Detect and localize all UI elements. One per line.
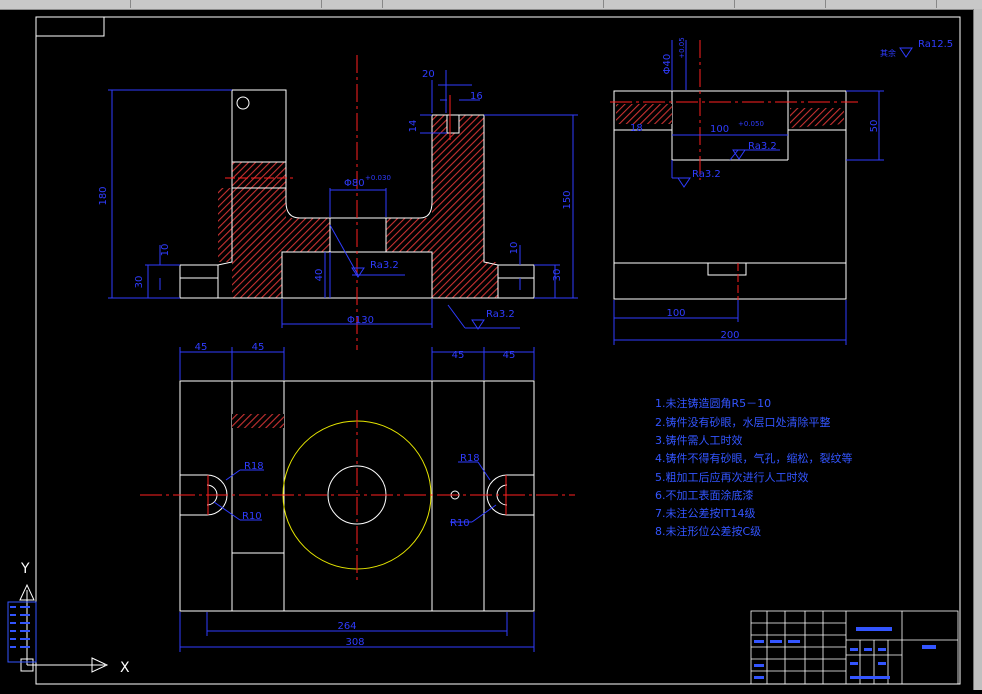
cad-drawing: 180 30 10 150 30 10 20 16 14 Φ80 +0.030 …	[7, 16, 961, 685]
dim-step-right: 10	[509, 242, 520, 255]
note-line: 5.粗加工后应再次进行人工时效	[655, 470, 809, 484]
dim-top-right-b: 45	[503, 350, 516, 361]
dim-key-tol: +0.050	[738, 120, 764, 128]
note-line: 7.未注公差按IT14级	[655, 506, 755, 520]
side-view: 50 200 100 Φ40 +0.05 18 100 +0.050 Ra3.2…	[610, 37, 953, 345]
tab-segment[interactable]	[604, 0, 735, 8]
note-line: 1.未注铸造圆角R5－10	[655, 396, 771, 410]
note-line: 6.不加工表面涂底漆	[655, 488, 754, 502]
dim-total-width: 308	[345, 637, 364, 648]
roughness-label: Ra3.2	[748, 141, 777, 152]
radius-label: R18	[244, 461, 264, 472]
radius-label: R10	[242, 511, 262, 522]
corner-roughness: Ra12.5	[918, 39, 953, 50]
dim-base-right: 30	[552, 269, 563, 282]
dim-top-left-a: 45	[195, 342, 208, 353]
note-line: 8.未注形位公差按C级	[655, 524, 761, 538]
dim-key-mark: 18	[630, 123, 643, 134]
tab-segment[interactable]	[735, 0, 826, 8]
dim-width-top: 20	[422, 69, 435, 80]
radius-label: R18	[460, 453, 480, 464]
ucs-icon: Y X	[7, 561, 130, 676]
dim-slot-depth: 14	[408, 120, 419, 133]
note-line: 4.铸件不得有砂眼，气孔，缩松，裂纹等	[655, 451, 853, 465]
vertical-scrollbar[interactable]	[973, 9, 982, 690]
corner-box	[35, 16, 105, 37]
corner-note: 其余	[880, 48, 896, 58]
tab-segment[interactable]	[0, 0, 131, 8]
technical-notes: 1.未注铸造圆角R5－10 2.铸件没有砂眼，水层口处清除平整 3.铸件需人工时…	[655, 396, 853, 538]
tab-segment[interactable]	[383, 0, 604, 8]
drawing-canvas[interactable]: 180 30 10 150 30 10 20 16 14 Φ80 +0.030 …	[0, 9, 973, 690]
dim-top-right-a: 45	[452, 350, 465, 361]
dim-slot: 16	[470, 91, 483, 102]
radius-label: R10	[450, 518, 470, 529]
roughness-label: Ra3.2	[692, 169, 721, 180]
tab-segment[interactable]	[826, 0, 937, 8]
ucs-x-label: X	[120, 660, 130, 676]
ucs-y-label: Y	[20, 561, 30, 577]
top-view: 45 45 45 45 264 308 R18 R10 R18 R10	[140, 342, 575, 652]
dim-half-width: 100	[666, 308, 685, 319]
dim-key-width: 100	[710, 124, 729, 135]
dim-keyway-tol: +0.05	[678, 37, 686, 58]
note-line: 2.铸件没有砂眼，水层口处清除平整	[655, 415, 831, 429]
dim-top-left-b: 45	[252, 342, 265, 353]
dim-bottom-width: Φ130	[347, 315, 374, 326]
dim-bore-tol: +0.030	[365, 174, 391, 182]
front-view: 180 30 10 150 30 10 20 16 14 Φ80 +0.030 …	[98, 55, 578, 350]
tab-segment[interactable]	[131, 0, 322, 8]
dim-bore-depth: 40	[314, 269, 325, 282]
dim-base-left: 30	[134, 276, 145, 289]
dim-step-left: 10	[160, 244, 171, 257]
dim-total-width: 200	[720, 330, 739, 341]
tab-segment[interactable]	[322, 0, 383, 8]
dim-height: 50	[869, 120, 880, 133]
dim-inner-width: 264	[337, 621, 356, 632]
roughness-label: Ra3.2	[370, 260, 399, 271]
note-line: 3.铸件需人工时效	[655, 433, 743, 447]
dim-bore: Φ80	[344, 178, 365, 189]
roughness-label: Ra3.2	[486, 309, 515, 320]
dim-height-right: 150	[562, 190, 573, 209]
dim-keyway: Φ40	[662, 54, 673, 75]
dim-height-left: 180	[98, 186, 109, 205]
